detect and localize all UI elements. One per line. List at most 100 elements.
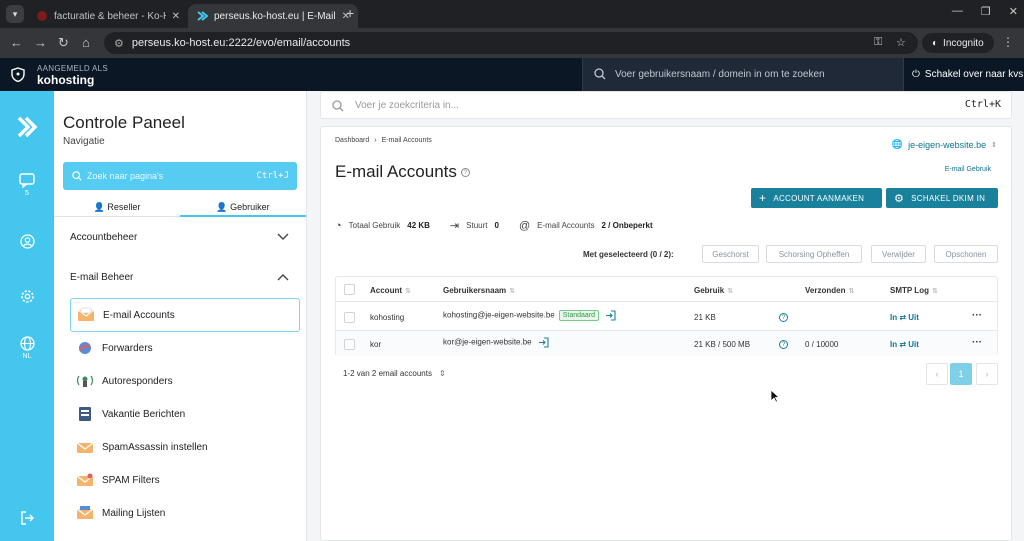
navigation-panel: Controle Paneel Navigatie Zoek naar pagi…	[54, 91, 307, 541]
logout-icon[interactable]	[0, 511, 54, 525]
column-header-sent[interactable]: Verzonden ⇅	[805, 286, 854, 295]
sent-label: Stuurt	[466, 221, 488, 230]
gear-icon: ⚙	[894, 192, 905, 205]
domain-selector-label: je-eigen-website.be	[908, 139, 987, 150]
incognito-indicator[interactable]: ◐ Incognito	[922, 33, 994, 53]
page-title: E-mail Accounts?	[335, 162, 470, 182]
messages-icon[interactable]: 5	[0, 173, 54, 197]
user-profile-icon[interactable]	[0, 234, 54, 249]
purge-button[interactable]: Opschonen	[934, 245, 998, 263]
nav-item-mailing-lists[interactable]: Mailing Lijsten	[70, 496, 300, 530]
section-account-management[interactable]: Accountbeheer	[70, 232, 137, 243]
swap-icon: ⇄	[899, 313, 907, 322]
row-actions-icon[interactable]: ···	[972, 337, 982, 348]
suspend-button[interactable]: Geschorst	[702, 245, 759, 263]
smtp-in-link[interactable]: In	[890, 313, 897, 322]
select-all-checkbox[interactable]	[344, 284, 355, 295]
minimize-icon[interactable]: —	[952, 5, 963, 18]
login-icon[interactable]	[538, 337, 549, 348]
smtp-in-link[interactable]: In	[890, 340, 897, 349]
reload-icon[interactable]: ↻	[58, 35, 69, 51]
usage-info-icon[interactable]: ?	[779, 313, 788, 322]
smtp-out-link[interactable]: Uit	[908, 313, 919, 322]
column-header-label: SMTP Log	[890, 286, 929, 295]
column-header-label: Gebruikersnaam	[443, 286, 507, 295]
nav-item-autoresponders[interactable]: Autoresponders	[70, 364, 300, 398]
page-search-input[interactable]: Zoek naar pagina's Ctrl+J	[63, 162, 297, 190]
delete-button[interactable]: Verwijder	[871, 245, 926, 263]
icon-sidebar: 5 NL	[0, 91, 54, 541]
incognito-label: Incognito	[943, 37, 984, 49]
back-icon[interactable]: ←	[10, 35, 23, 50]
sort-icon: ⇅	[727, 288, 734, 295]
row-actions-icon[interactable]: ···	[972, 310, 982, 321]
restore-icon[interactable]: ❐	[981, 5, 991, 18]
email-usage-link[interactable]: E-mail Gebruik	[945, 166, 991, 173]
criteria-search-input[interactable]: Voer je zoekcriteria in... Ctrl+K	[320, 91, 1012, 119]
next-page-button[interactable]: ›	[976, 363, 998, 385]
favicon-icon	[197, 11, 208, 21]
nav-item-label: SPAM Filters	[102, 474, 160, 486]
nav-item-spam-filters[interactable]: SPAM Filters	[70, 463, 300, 497]
bookmark-star-icon[interactable]: ☆	[896, 36, 906, 49]
domain-selector[interactable]: 🌐 je-eigen-website.be ⇕	[892, 139, 997, 150]
column-header-username[interactable]: Gebruikersnaam ⇅	[443, 286, 515, 295]
section-email-management[interactable]: E-mail Beheer	[70, 272, 133, 283]
browser-menu-icon[interactable]: ⋮	[1002, 35, 1014, 49]
nav-item-forwarders[interactable]: Forwarders	[70, 331, 300, 365]
tab-reseller[interactable]: 👤 Reseller	[54, 202, 180, 213]
send-icon: ⇥	[449, 220, 460, 232]
window-controls: — ❐ ✕	[952, 5, 1018, 18]
forward-icon[interactable]: →	[34, 35, 47, 50]
enable-dkim-button[interactable]: ⚙ SCHAKEL DKIM IN	[886, 188, 998, 208]
settings-gear-icon[interactable]	[0, 289, 54, 304]
address-bar[interactable]: ⚙ perseus.ko-host.eu:2222/evo/email/acco…	[104, 32, 918, 54]
logo-icon[interactable]	[0, 115, 54, 139]
column-header-account[interactable]: Account ⇅	[370, 286, 411, 295]
pagination-info[interactable]: 1-2 van 2 email accounts ⇕	[343, 369, 446, 378]
login-icon[interactable]	[605, 310, 616, 321]
email-accounts-table: Account ⇅ Gebruikersnaam ⇅ Gebruik ⇅ Verzon…	[335, 276, 998, 356]
cell-smtp-log: In ⇄ Uit	[890, 340, 919, 349]
new-tab-button[interactable]: +	[346, 5, 354, 21]
breadcrumb-dashboard[interactable]: Dashboard	[335, 137, 369, 144]
create-account-button[interactable]: + ACCOUNT AANMAKEN	[751, 188, 882, 208]
browser-tab-1[interactable]: facturatie & beheer - Ko-Host.be ✕	[28, 4, 188, 28]
usage-info-icon[interactable]: ?	[779, 340, 788, 349]
tab-reseller-label: Reseller	[107, 202, 141, 212]
unsuspend-button[interactable]: Schorsing Opheffen	[766, 245, 862, 263]
nav-item-email-accounts[interactable]: E-mail Accounts	[70, 298, 300, 332]
column-header-label: Account	[370, 286, 402, 295]
usage-stats: ◔ Totaal Gebruik 42 KB ⇥ Stuurt 0 @ E-ma…	[335, 219, 653, 233]
tab-search-button[interactable]: ▾	[6, 5, 24, 23]
username-text: kor@je-eigen-website.be	[443, 337, 532, 347]
url-text: perseus.ko-host.eu:2222/evo/email/accoun…	[131, 37, 351, 49]
password-key-icon[interactable]: ⚿	[874, 36, 882, 49]
switch-user-button[interactable]: ⏻ Schakel over naar kvs	[912, 69, 1023, 80]
help-icon[interactable]: ?	[460, 168, 470, 178]
column-header-smtp-log[interactable]: SMTP Log ⇅	[890, 286, 938, 295]
browser-tab-2[interactable]: perseus.ko-host.eu | E-Mail Acc ✕	[188, 4, 358, 28]
sort-arrows-icon: ⇕	[438, 369, 446, 378]
nav-item-vacation-messages[interactable]: Vakantie Berichten	[70, 397, 300, 431]
row-checkbox[interactable]	[344, 312, 355, 323]
close-window-icon[interactable]: ✕	[1009, 5, 1018, 18]
site-info-icon[interactable]: ⚙	[114, 37, 124, 50]
chevron-down-icon[interactable]	[277, 233, 289, 241]
smtp-out-link[interactable]: Uit	[908, 340, 919, 349]
home-icon[interactable]: ⌂	[82, 35, 90, 50]
tab-user[interactable]: 👤 Gebruiker	[180, 202, 306, 217]
page-1-button[interactable]: 1	[950, 363, 972, 385]
sort-icon: ⇅	[509, 288, 516, 295]
user-search-input[interactable]: Voer gebruikersnaam / domein in om te zo…	[582, 58, 904, 91]
row-checkbox[interactable]	[344, 339, 355, 350]
prev-page-button[interactable]: ‹	[926, 363, 948, 385]
language-globe-icon[interactable]: NL	[0, 336, 54, 360]
browser-toolbar: ← → ↻ ⌂ ⚙ perseus.ko-host.eu:2222/evo/em…	[0, 28, 1024, 58]
close-tab-icon[interactable]: ✕	[172, 11, 180, 22]
nav-item-label: SpamAssassin instellen	[102, 441, 208, 453]
column-header-usage[interactable]: Gebruik ⇅	[694, 286, 733, 295]
nav-item-spamassassin[interactable]: SpamAssassin instellen	[70, 430, 300, 464]
chevron-up-icon[interactable]	[277, 273, 289, 281]
at-icon: @	[518, 219, 531, 232]
